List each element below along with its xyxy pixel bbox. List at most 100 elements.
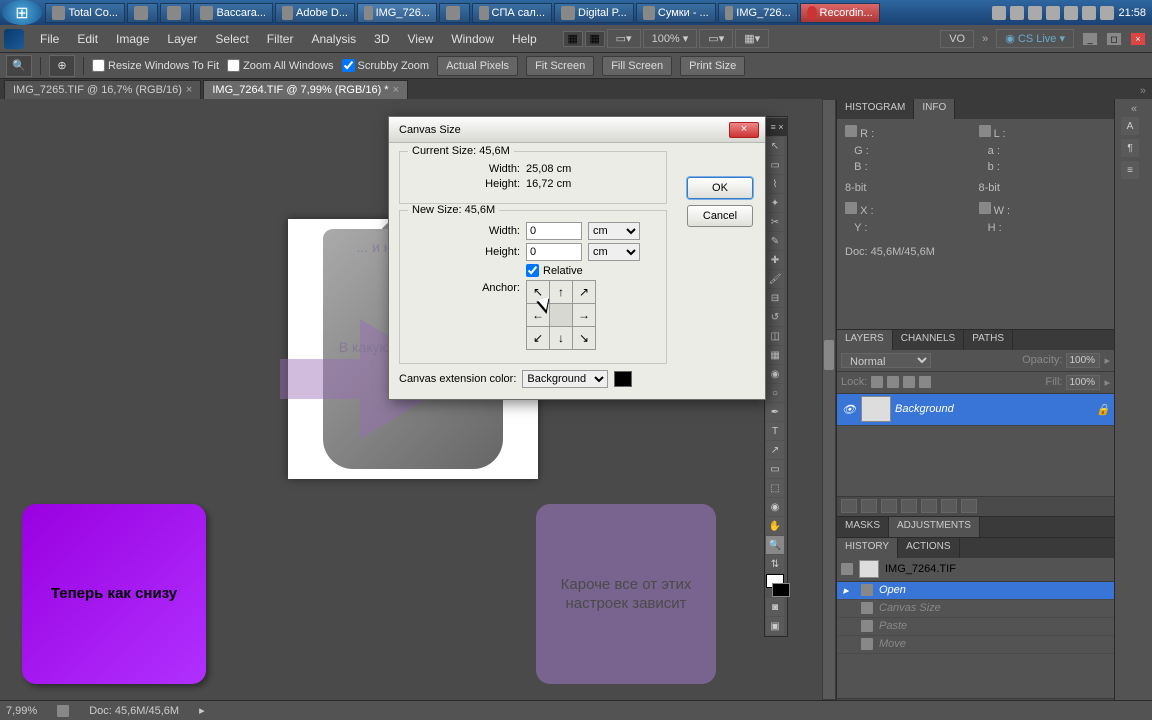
zoom-tool-icon[interactable]: 🔍 xyxy=(6,55,32,77)
history-item[interactable]: Paste xyxy=(837,618,1114,636)
zoom-level[interactable]: 7,99% xyxy=(6,705,37,717)
color-swap-icon[interactable]: ⇅ xyxy=(766,555,784,573)
taskbar-item[interactable] xyxy=(439,3,470,23)
history-brush-tool-icon[interactable]: ↺ xyxy=(766,308,784,326)
lock-all-icon[interactable] xyxy=(919,376,931,388)
taskbar-item[interactable]: IMG_726... xyxy=(718,3,798,23)
taskbar-item[interactable]: Recordin... xyxy=(800,3,880,23)
menu-select[interactable]: Select xyxy=(207,28,256,50)
ok-button[interactable]: OK xyxy=(687,177,753,199)
adjustments-tab[interactable]: ADJUSTMENTS xyxy=(889,517,980,537)
close-panel-icon[interactable]: ≡ × xyxy=(766,118,788,136)
trash-icon[interactable] xyxy=(961,499,977,513)
minimize-button[interactable]: _ xyxy=(1082,32,1098,46)
width-input[interactable] xyxy=(526,222,582,240)
menu-filter[interactable]: Filter xyxy=(259,28,302,50)
taskbar-item[interactable]: Baccara... xyxy=(193,3,273,23)
history-snapshot[interactable]: IMG_7264.TIF xyxy=(837,558,1114,582)
resize-windows-check[interactable]: Resize Windows To Fit xyxy=(92,59,219,72)
anchor-se[interactable]: ↘ xyxy=(573,327,595,349)
crop-tool-icon[interactable]: ✂ xyxy=(766,213,784,231)
healing-tool-icon[interactable]: ✚ xyxy=(766,251,784,269)
group-icon[interactable] xyxy=(921,499,937,513)
dialog-close-button[interactable]: × xyxy=(729,122,759,138)
menu-edit[interactable]: Edit xyxy=(69,28,106,50)
lock-pixels-icon[interactable] xyxy=(887,376,899,388)
expand-icon[interactable]: » xyxy=(982,33,988,45)
fill-input[interactable] xyxy=(1066,375,1100,390)
tray-icon[interactable] xyxy=(1028,6,1042,20)
vo-button[interactable]: VO xyxy=(940,30,974,48)
3d-tool-icon[interactable]: ⬚ xyxy=(766,479,784,497)
anchor-e[interactable]: → xyxy=(573,304,595,326)
move-tool-icon[interactable]: ↖ xyxy=(766,137,784,155)
menu-window[interactable]: Window xyxy=(443,28,502,50)
taskbar-item[interactable]: Digital P... xyxy=(554,3,634,23)
zoom-dropdown[interactable]: 100% ▾ xyxy=(643,29,698,48)
opacity-input[interactable] xyxy=(1066,353,1100,368)
taskbar-item[interactable]: Сумки - ... xyxy=(636,3,716,23)
scrub-icon[interactable]: ▸ xyxy=(1104,376,1110,389)
anchor-center[interactable] xyxy=(550,304,572,326)
print-size-button[interactable]: Print Size xyxy=(680,56,745,76)
channels-tab[interactable]: CHANNELS xyxy=(893,330,964,350)
tray-icon[interactable] xyxy=(1064,6,1078,20)
color-swatch[interactable] xyxy=(614,371,632,387)
zoom-all-check[interactable]: Zoom All Windows xyxy=(227,59,333,72)
eraser-tool-icon[interactable]: ◫ xyxy=(766,327,784,345)
arrange-dropdown[interactable]: ▭▾ xyxy=(607,29,641,48)
path-tool-icon[interactable]: ↗ xyxy=(766,441,784,459)
status-icon[interactable] xyxy=(57,705,69,717)
menu-3d[interactable]: 3D xyxy=(366,28,397,50)
stamp-tool-icon[interactable]: ⊟ xyxy=(766,289,784,307)
menu-analysis[interactable]: Analysis xyxy=(303,28,364,50)
close-tab-icon[interactable]: × xyxy=(186,84,192,96)
width-unit-select[interactable]: cm xyxy=(588,222,640,240)
cancel-button[interactable]: Cancel xyxy=(687,205,753,227)
tray-icon[interactable] xyxy=(1082,6,1096,20)
relative-checkbox[interactable]: Relative xyxy=(526,264,583,277)
fit-screen-button[interactable]: Fit Screen xyxy=(526,56,594,76)
anchor-n[interactable]: ↑ xyxy=(550,281,572,303)
zoom-tool-icon[interactable]: 🔍 xyxy=(766,536,784,554)
anchor-sw[interactable]: ↙ xyxy=(527,327,549,349)
panel-icon[interactable]: ¶ xyxy=(1121,139,1139,157)
height-unit-select[interactable]: cm xyxy=(588,243,640,261)
taskbar-item[interactable] xyxy=(160,3,191,23)
paths-tab[interactable]: PATHS xyxy=(964,330,1013,350)
layer-name[interactable]: Background xyxy=(895,403,954,415)
scrollbar-thumb[interactable] xyxy=(824,340,834,370)
histogram-tab[interactable]: HISTOGRAM xyxy=(837,99,914,119)
hand-tool-icon[interactable]: ✋ xyxy=(766,517,784,535)
history-item[interactable]: ▸Open xyxy=(837,582,1114,600)
eyedropper-tool-icon[interactable]: ✎ xyxy=(766,232,784,250)
scrubby-zoom-check[interactable]: Scrubby Zoom xyxy=(342,59,430,72)
close-button[interactable]: × xyxy=(1130,32,1146,46)
start-button[interactable]: ⊞ xyxy=(2,0,42,25)
height-input[interactable] xyxy=(526,243,582,261)
zoom-in-icon[interactable]: ⊕ xyxy=(49,55,75,77)
lock-transparency-icon[interactable] xyxy=(871,376,883,388)
mask-icon[interactable] xyxy=(881,499,897,513)
anchor-s[interactable]: ↓ xyxy=(550,327,572,349)
launcher-icon[interactable]: ▦ xyxy=(585,31,605,47)
taskbar-item[interactable]: СПА сал... xyxy=(472,3,552,23)
actions-tab[interactable]: ACTIONS xyxy=(898,538,959,558)
maximize-button[interactable]: ◻ xyxy=(1106,32,1122,46)
menu-image[interactable]: Image xyxy=(108,28,157,50)
photoshop-icon[interactable] xyxy=(4,29,24,49)
blur-tool-icon[interactable]: ◉ xyxy=(766,365,784,383)
expand-icon[interactable]: « xyxy=(1123,103,1145,115)
menu-file[interactable]: File xyxy=(32,28,67,50)
scrub-icon[interactable]: ▸ xyxy=(1104,354,1110,367)
anchor-ne[interactable]: ↗ xyxy=(573,281,595,303)
document-tab[interactable]: IMG_7264.TIF @ 7,99% (RGB/16) *× xyxy=(203,80,408,99)
cslive-button[interactable]: ◉ CS Live ▾ xyxy=(996,29,1074,48)
layer-row[interactable]: 👁 Background 🔒 xyxy=(837,394,1114,426)
layer-thumbnail[interactable] xyxy=(861,396,891,422)
actual-pixels-button[interactable]: Actual Pixels xyxy=(437,56,518,76)
history-item[interactable]: Move xyxy=(837,636,1114,654)
link-icon[interactable] xyxy=(841,499,857,513)
shape-tool-icon[interactable]: ▭ xyxy=(766,460,784,478)
pen-tool-icon[interactable]: ✒ xyxy=(766,403,784,421)
